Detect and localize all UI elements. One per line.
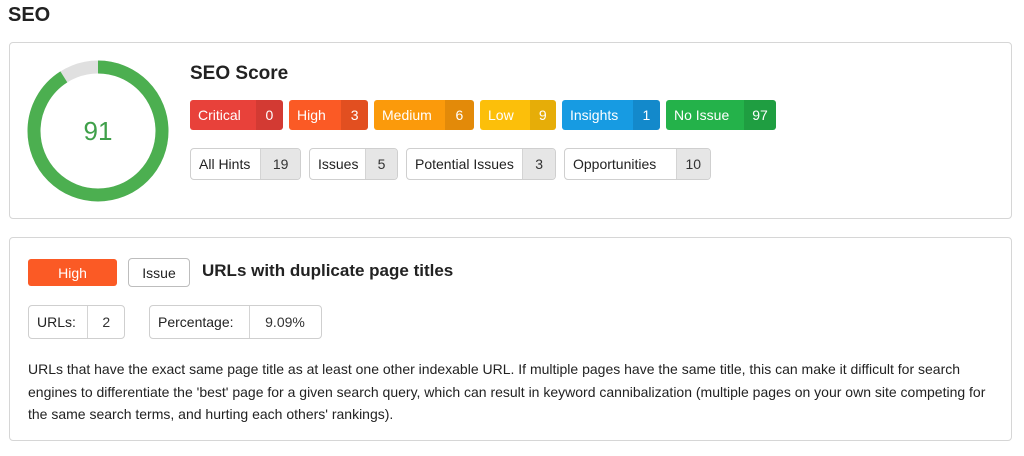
priority-badge: High <box>28 259 117 286</box>
percentage-value: 9.09% <box>265 314 305 330</box>
hint-label: Issues <box>318 156 359 172</box>
severity-label: Insights <box>562 100 633 130</box>
hint-count: 5 <box>365 149 397 179</box>
severity-badges: Critical 0 High 3 Medium 6 Low 9 Insight… <box>190 100 776 130</box>
severity-label: No Issue <box>666 100 744 130</box>
hint-issues-button[interactable]: Issues 5 <box>309 148 398 180</box>
severity-count: 1 <box>632 100 660 130</box>
seo-score-card: 91 SEO Score Critical 0 High 3 Medium 6 … <box>9 42 1012 219</box>
severity-no-issue-badge[interactable]: No Issue 97 <box>666 100 776 130</box>
severity-label: Medium <box>374 100 445 130</box>
issue-detail-card: High Issue URLs with duplicate page titl… <box>9 237 1012 441</box>
severity-insights-badge[interactable]: Insights 1 <box>562 100 660 130</box>
severity-label: High <box>289 100 342 130</box>
issue-title: URLs with duplicate page titles <box>202 261 454 280</box>
urls-value: 2 <box>102 314 111 330</box>
severity-count: 9 <box>529 100 556 130</box>
severity-high-badge[interactable]: High 3 <box>289 100 368 130</box>
page-title: SEO <box>8 4 51 26</box>
hint-all-hints-button[interactable]: All Hints 19 <box>190 148 301 180</box>
issue-type-badge: Issue <box>128 258 190 287</box>
percentage-label: Percentage: <box>150 306 250 338</box>
hint-count: 19 <box>260 149 300 179</box>
severity-critical-badge[interactable]: Critical 0 <box>190 100 283 130</box>
severity-label: Low <box>480 100 530 130</box>
severity-medium-badge[interactable]: Medium 6 <box>374 100 474 130</box>
hint-label: Potential Issues <box>415 156 514 172</box>
hint-filters: All Hints 19 Issues 5 Potential Issues 3… <box>190 148 711 180</box>
hint-potential-issues-button[interactable]: Potential Issues 3 <box>406 148 556 180</box>
hint-label: All Hints <box>199 156 251 172</box>
percentage-stat: Percentage: 9.09% <box>149 305 322 339</box>
urls-stat: URLs: 2 <box>28 305 125 339</box>
hint-count: 3 <box>522 149 555 179</box>
hint-label: Opportunities <box>573 156 657 172</box>
score-title: SEO Score <box>190 63 289 84</box>
severity-low-badge[interactable]: Low 9 <box>480 100 556 130</box>
severity-count: 0 <box>255 100 283 130</box>
score-value: 91 <box>83 115 113 146</box>
severity-count: 6 <box>444 100 474 130</box>
severity-label: Critical <box>190 100 256 130</box>
issue-description: URLs that have the exact same page title… <box>28 361 986 422</box>
urls-label: URLs: <box>29 306 89 338</box>
hint-count: 10 <box>675 149 710 179</box>
hint-opportunities-button[interactable]: Opportunities 10 <box>564 148 711 180</box>
severity-count: 3 <box>341 100 368 130</box>
severity-count: 97 <box>744 100 776 130</box>
